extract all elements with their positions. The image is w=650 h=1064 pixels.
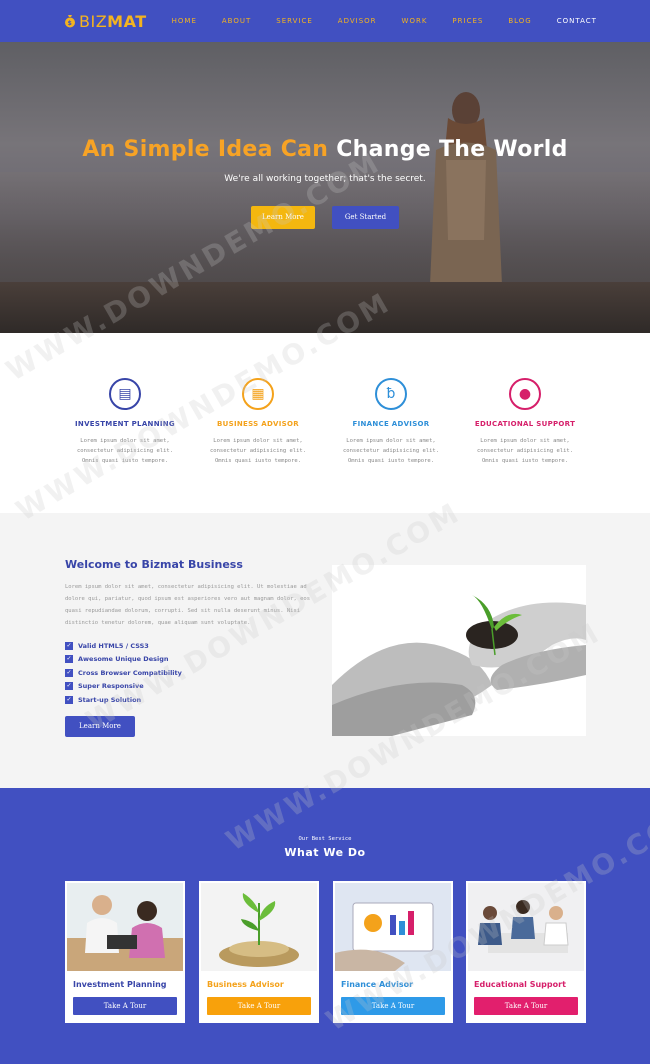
feature-title: EDUCATIONAL SUPPORT <box>474 420 576 428</box>
hero-city-background <box>0 172 650 282</box>
feature-text-line: Lorem ipsum dolor sit amet, <box>346 438 436 444</box>
hero-stone-wall <box>0 282 650 333</box>
finance-icon: ƀ <box>375 378 407 410</box>
team-meeting-photo <box>468 883 584 971</box>
logo-text-biz: BIZ <box>79 11 108 31</box>
feature-text-line: Lorem ipsum dolor sit amet, <box>480 438 570 444</box>
welcome-learn-more-button[interactable]: Learn More <box>65 716 135 737</box>
card-title: Investment Planning <box>73 980 167 989</box>
main-menu: HOME ABOUT SERVICE ADVISOR WORK PRICES B… <box>147 17 597 25</box>
feature-text-line: Omnis quasi iusto tempore. <box>481 458 569 464</box>
feature-title: INVESTMENT PLANNING <box>75 420 175 428</box>
checkbox-icon: ✓ <box>65 695 73 704</box>
service-card-finance: Finance Advisor Take A Tour <box>333 881 453 1023</box>
services-kicker: Our Best Service <box>298 836 352 842</box>
feature-text-line: consectetur adipisicing elit. <box>76 448 174 454</box>
card-title: Educational Support <box>474 980 566 989</box>
feature-investment-planning: ▤ INVESTMENT PLANNING Lorem ipsum dolor … <box>60 378 190 466</box>
services-section: Our Best Service What We Do Investment P… <box>0 788 650 1064</box>
welcome-paragraph: Lorem ipsum dolor sit amet, consectetur … <box>65 584 311 626</box>
checkbox-icon: ✓ <box>65 668 73 677</box>
feature-text-line: consectetur adipisicing elit. <box>476 448 574 454</box>
feature-text-line: Omnis quasi iusto tempore. <box>81 458 169 464</box>
menu-item-prices[interactable]: PRICES <box>452 17 483 25</box>
support-icon: ● <box>509 378 541 410</box>
feature-educational-support: ● EDUCATIONAL SUPPORT Lorem ipsum dolor … <box>460 378 590 466</box>
services-title: What We Do <box>284 846 366 859</box>
feature-checklist: ✓ Valid HTML5 / CSS3 ✓ Awesome Unique Desi… <box>65 639 182 707</box>
take-tour-button[interactable]: Take A Tour <box>73 997 177 1015</box>
checklist-item: ✓ Valid HTML5 / CSS3 <box>65 639 182 653</box>
chart-icon: ▦ <box>242 378 274 410</box>
take-tour-button[interactable]: Take A Tour <box>474 997 578 1015</box>
coins-plant-photo <box>201 883 317 971</box>
menu-item-home[interactable]: HOME <box>172 17 197 25</box>
checklist-label: Cross Browser Compatibility <box>78 668 182 677</box>
feature-text-line: Lorem ipsum dolor sit amet, <box>213 438 303 444</box>
hero-title: An Simple Idea Can Change The World <box>0 137 650 162</box>
checklist-item: ✓ Super Responsive <box>65 680 182 694</box>
hero-banner: An Simple Idea Can Change The World We'r… <box>0 42 650 333</box>
feature-text-line: Omnis quasi iusto tempore. <box>347 458 435 464</box>
logo-text-mat: MAT <box>107 11 147 31</box>
checkbox-icon: ✓ <box>65 641 73 650</box>
feature-description: Lorem ipsum dolor sit amet, consectetur … <box>326 436 456 466</box>
menu-item-service[interactable]: SERVICE <box>276 17 313 25</box>
checklist-label: Awesome Unique Design <box>78 655 169 664</box>
feature-title: FINANCE ADVISOR <box>352 420 430 428</box>
hero-learn-more-button[interactable]: Learn More <box>251 206 315 229</box>
money-bag-icon: $ <box>65 15 75 28</box>
menu-item-blog[interactable]: BLOG <box>508 17 531 25</box>
feature-description: Lorem ipsum dolor sit amet, consectetur … <box>193 436 323 466</box>
feature-description: Lorem ipsum dolor sit amet, consectetur … <box>60 436 190 466</box>
feature-title: BUSINESS ADVISOR <box>217 420 299 428</box>
menu-item-advisor[interactable]: ADVISOR <box>338 17 377 25</box>
feature-text-line: consectetur adipisicing elit. <box>342 448 440 454</box>
hero-title-highlight: An Simple Idea Can <box>82 137 329 162</box>
feature-finance-advisor: ƀ FINANCE ADVISOR Lorem ipsum dolor sit … <box>326 378 456 466</box>
welcome-section: Welcome to Bizmat Business Lorem ipsum d… <box>0 513 650 788</box>
hero-get-started-button[interactable]: Get Started <box>332 206 399 229</box>
checklist-item: ✓ Cross Browser Compatibility <box>65 666 182 680</box>
hero-subtitle: We're all working together; that's the s… <box>224 174 426 184</box>
checkbox-icon: ✓ <box>65 655 73 664</box>
service-card-business: Business Advisor Take A Tour <box>199 881 319 1023</box>
feature-business-advisor: ▦ BUSINESS ADVISOR Lorem ipsum dolor sit… <box>193 378 323 466</box>
hero-title-rest: Change The World <box>336 137 568 162</box>
checklist-item: ✓ Start-up Solution <box>65 693 182 707</box>
service-card-investment: Investment Planning Take A Tour <box>65 881 185 1023</box>
feature-text-line: consectetur adipisicing elit. <box>209 448 307 454</box>
tablet-charts-photo <box>335 883 451 971</box>
card-title: Business Advisor <box>207 980 284 989</box>
hands-plant-image <box>332 565 586 736</box>
svg-text:$: $ <box>68 20 73 27</box>
money-icon: ▤ <box>109 378 141 410</box>
menu-item-contact[interactable]: CONTACT <box>557 17 597 25</box>
take-tour-button[interactable]: Take A Tour <box>207 997 311 1015</box>
site-logo[interactable]: $ BIZ MAT <box>64 12 147 31</box>
feature-text-line: Lorem ipsum dolor sit amet, <box>80 438 170 444</box>
features-section: ▤ INVESTMENT PLANNING Lorem ipsum dolor … <box>0 333 650 513</box>
checklist-label: Valid HTML5 / CSS3 <box>78 641 149 650</box>
hero-woman-image <box>430 92 502 285</box>
top-navbar: $ BIZ MAT HOME ABOUT SERVICE ADVISOR WORK… <box>0 0 650 42</box>
checklist-label: Super Responsive <box>78 682 144 691</box>
menu-item-about[interactable]: ABOUT <box>222 17 251 25</box>
feature-text-line: Omnis quasi iusto tempore. <box>214 458 302 464</box>
card-title: Finance Advisor <box>341 980 414 989</box>
take-tour-button[interactable]: Take A Tour <box>341 997 445 1015</box>
checkbox-icon: ✓ <box>65 682 73 691</box>
meeting-photo <box>67 883 183 971</box>
service-card-education: Educational Support Take A Tour <box>466 881 586 1023</box>
menu-item-work[interactable]: WORK <box>402 17 428 25</box>
checklist-item: ✓ Awesome Unique Design <box>65 653 182 667</box>
welcome-title: Welcome to Bizmat Business <box>65 558 243 571</box>
feature-description: Lorem ipsum dolor sit amet, consectetur … <box>460 436 590 466</box>
checklist-label: Start-up Solution <box>78 695 142 704</box>
